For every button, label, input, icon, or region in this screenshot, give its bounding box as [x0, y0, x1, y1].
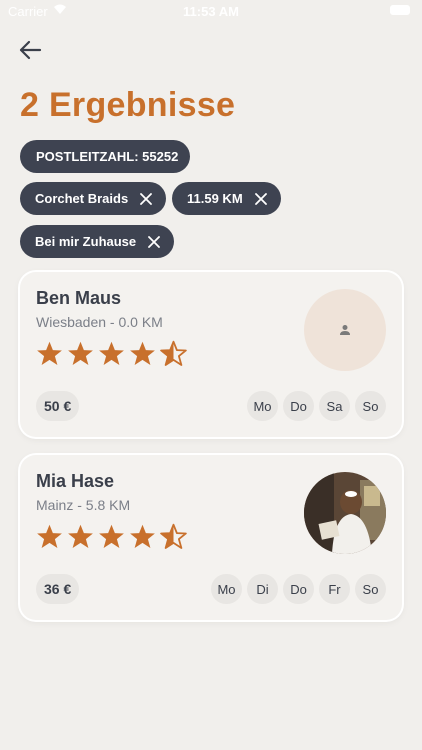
rating-stars: [36, 523, 187, 550]
postcode-filter-label: POSTLEITZAHL: 55252: [36, 149, 179, 164]
close-icon[interactable]: [254, 192, 267, 205]
day-badge: Mo: [247, 391, 278, 421]
star-filled-icon: [130, 341, 155, 365]
stylist-location: Mainz - 5.8 KM: [36, 497, 131, 513]
stylist-name: Ben Maus: [36, 288, 122, 308]
day-badge: Do: [283, 574, 314, 604]
postcode-filter-chip[interactable]: POSTLEITZAHL: 55252: [20, 140, 190, 173]
rating-stars: [36, 340, 187, 367]
back-button[interactable]: [14, 34, 46, 66]
star-half-icon: [160, 523, 187, 549]
page-title: 2 Ergebnisse: [20, 86, 236, 124]
availability-days: Mo Di Do Fr So: [211, 574, 386, 604]
filter-chip-distance[interactable]: 11.59 KM: [172, 182, 281, 215]
day-badge: Di: [247, 574, 278, 604]
filter-chip-label: 11.59 KM: [187, 191, 243, 206]
day-badge: Mo: [211, 574, 242, 604]
stylist-name: Mia Hase: [36, 471, 115, 491]
price-badge: 36 €: [36, 574, 80, 604]
avatar-photo: [304, 472, 386, 554]
day-badge: So: [355, 391, 386, 421]
star-filled-icon: [99, 524, 124, 548]
profile-photo: [304, 472, 386, 554]
clock: 11:53 AM: [183, 4, 239, 19]
star-filled-icon: [37, 341, 62, 365]
price-badge: 50 €: [36, 391, 80, 421]
star-half-icon: [160, 340, 187, 366]
star-filled-icon: [37, 524, 62, 548]
day-badge: So: [355, 574, 386, 604]
star-filled-icon: [68, 341, 93, 365]
close-icon[interactable]: [140, 192, 153, 205]
availability-days: Mo Do Sa So: [247, 391, 386, 421]
battery-icon: [390, 5, 410, 15]
result-card[interactable]: Ben Maus Wiesbaden - 0.0 KM 50 € Mo Do S…: [20, 272, 402, 437]
status-bar: Carrier 11:53 AM: [0, 0, 422, 22]
person-icon: [340, 325, 350, 335]
result-card[interactable]: Mia Hase Mainz - 5.8 KM 36 € Mo Di Do Fr…: [20, 455, 402, 620]
filter-chip-service[interactable]: Corchet Braids: [20, 182, 167, 215]
avatar-placeholder: [304, 289, 386, 371]
star-filled-icon: [130, 524, 155, 548]
arrow-left-icon: [19, 40, 42, 60]
stylist-location: Wiesbaden - 0.0 KM: [36, 314, 163, 330]
filter-chip-location[interactable]: Bei mir Zuhause: [20, 225, 175, 258]
day-badge: Do: [283, 391, 314, 421]
close-icon[interactable]: [148, 235, 161, 248]
filter-chip-label: Bei mir Zuhause: [35, 234, 137, 249]
filter-chip-label: Corchet Braids: [35, 191, 129, 206]
star-filled-icon: [99, 341, 124, 365]
day-badge: Fr: [319, 574, 350, 604]
day-badge: Sa: [319, 391, 350, 421]
star-filled-icon: [68, 524, 93, 548]
